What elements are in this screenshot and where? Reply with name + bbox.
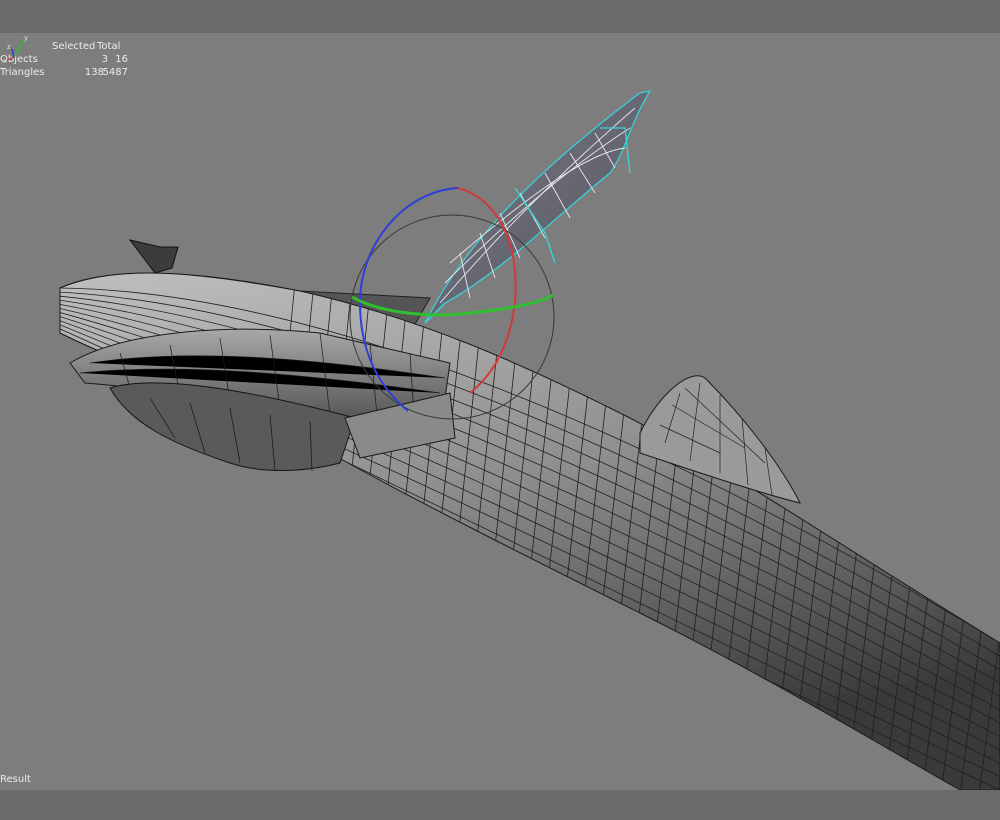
axis-z-label: z: [7, 43, 11, 51]
app-window: Selected Total Objects 3 16 Triangles 13…: [0, 0, 1000, 820]
scene-render[interactable]: [0, 33, 1000, 790]
stats-row-triangles: Triangles 138 5487: [0, 66, 140, 79]
axis-x-label: x: [3, 57, 7, 65]
stats-selected-value: 138: [84, 67, 104, 78]
stats-selected-value: 3: [101, 54, 108, 65]
tail-fin[interactable]: [128, 239, 179, 274]
stats-col-selected: Selected: [52, 41, 96, 52]
stats-col-total: Total: [97, 41, 121, 52]
top-frame: [0, 0, 1000, 33]
status-text: Result: [0, 774, 31, 785]
axis-y-label: y: [24, 34, 28, 42]
axis-orientation-icon: y x z: [3, 34, 28, 65]
stats-label: Triangles: [0, 67, 45, 78]
selected-fin-surface[interactable]: [424, 90, 652, 324]
stats-total-value: 5487: [102, 67, 128, 78]
stats-total-value: 16: [115, 54, 128, 65]
bottom-frame: [0, 790, 1000, 820]
3d-viewport[interactable]: Selected Total Objects 3 16 Triangles 13…: [0, 33, 1000, 790]
